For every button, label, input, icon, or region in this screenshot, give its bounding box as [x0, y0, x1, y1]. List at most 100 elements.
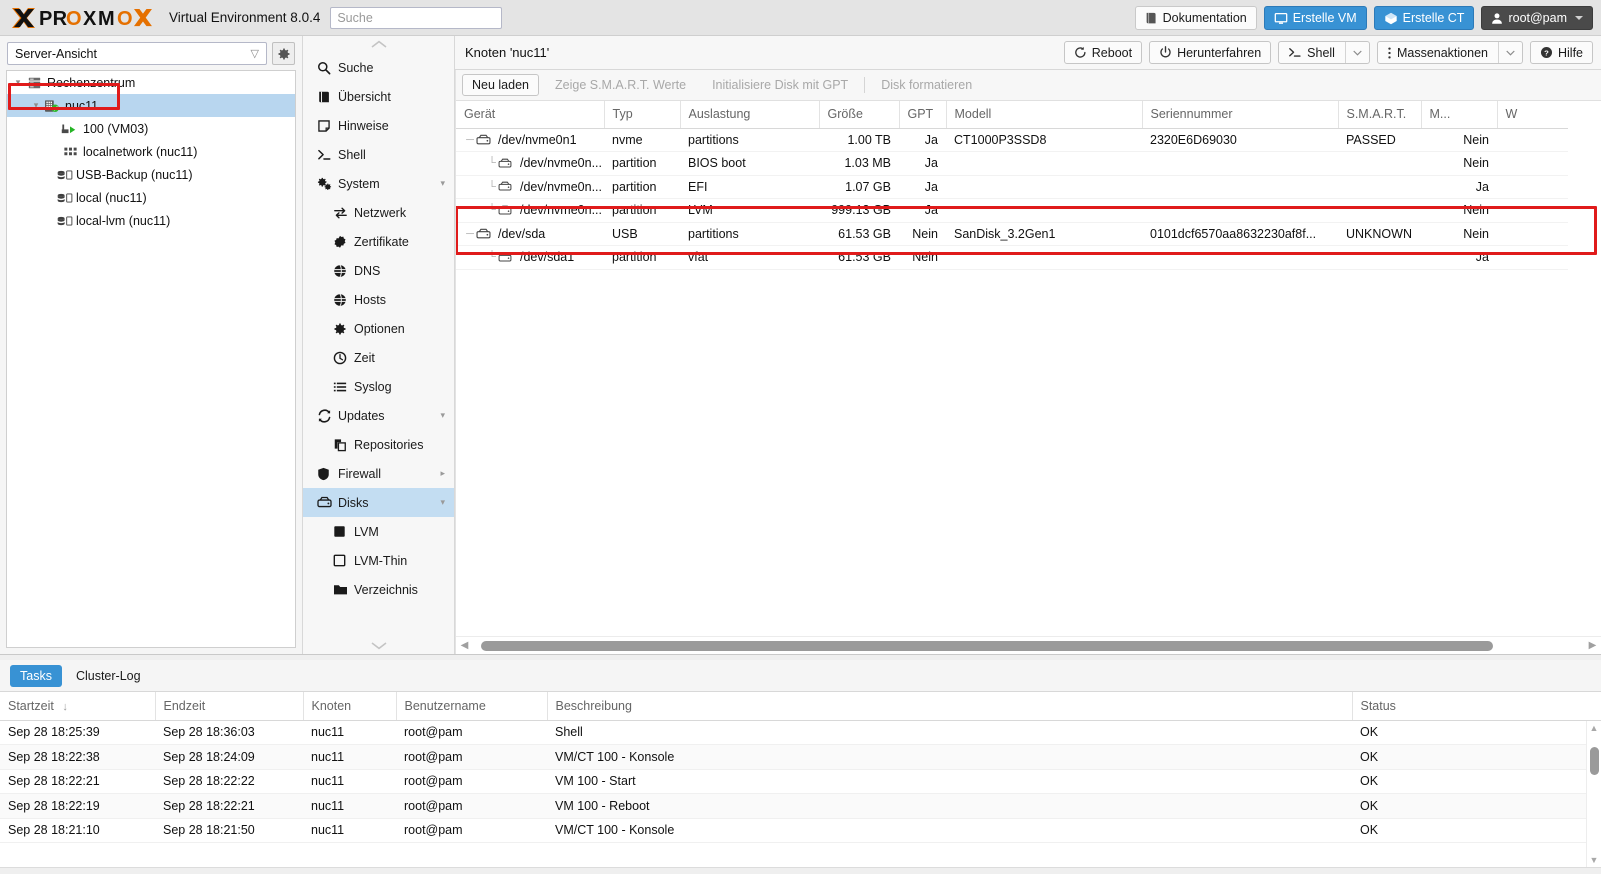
nav-item-repositories[interactable]: Repositories — [303, 430, 454, 459]
nav-item-hosts[interactable]: Hosts — [303, 285, 454, 314]
nav-scroll-up[interactable] — [303, 36, 454, 53]
create-vm-button[interactable]: Erstelle VM — [1263, 6, 1367, 30]
col-header-geraet[interactable]: Gerät — [456, 101, 605, 129]
col-header-groesse[interactable]: Größe — [819, 101, 900, 129]
chevron-down-icon — [1353, 50, 1362, 56]
shell-button[interactable]: Shell — [1278, 41, 1370, 64]
tasks-header-row: Startzeit ↓ Endzeit Knoten Benutzername … — [0, 692, 1601, 721]
nav-item-netzwerk[interactable]: Netzwerk — [303, 198, 454, 227]
create-ct-label: Erstelle CT — [1402, 11, 1465, 25]
tree-item-rechenzentrum[interactable]: ▾ Rechenzentrum — [7, 71, 295, 94]
sidebar-settings-button[interactable] — [272, 42, 295, 65]
col-header-typ[interactable]: Typ — [604, 101, 681, 129]
tasks-vscrollbar[interactable]: ▲ ▼ — [1586, 721, 1601, 867]
nav-scroll-down[interactable] — [303, 637, 454, 654]
table-row[interactable]: └ /dev/nvme0n... partition LVM 999.13 GB… — [456, 198, 1568, 223]
col-header-m[interactable]: M... — [1421, 101, 1498, 129]
tab-cluster-log[interactable]: Cluster-Log — [66, 665, 151, 687]
col-header-status[interactable]: Status — [1352, 692, 1601, 721]
table-row[interactable]: └ /dev/nvme0n... partition BIOS boot 1.0… — [456, 151, 1568, 176]
chevron-right-icon[interactable]: ▸ — [440, 468, 445, 479]
search-input[interactable]: Suche — [330, 6, 503, 29]
col-header-knoten[interactable]: Knoten — [303, 692, 397, 721]
reload-button[interactable]: Neu laden — [462, 74, 539, 96]
nav-item-disks[interactable]: Disks ▾ — [303, 488, 454, 517]
chevron-down-icon[interactable]: ▾ — [29, 100, 43, 111]
nav-item-hinweise[interactable]: Hinweise — [303, 111, 454, 140]
scroll-up-arrow[interactable]: ▲ — [1590, 721, 1599, 735]
table-row[interactable]: ─ /dev/sda USB partitions 61.53 GB Nein … — [456, 222, 1568, 246]
user-menu-button[interactable]: root@pam — [1481, 6, 1593, 30]
bulk-actions-button[interactable]: Massenaktionen — [1376, 41, 1523, 64]
col-header-gpt[interactable]: GPT — [899, 101, 947, 129]
col-header-startzeit[interactable]: Startzeit ↓ — [0, 692, 156, 721]
show-smart-values-button[interactable]: Zeige S.M.A.R.T. Werte — [545, 74, 696, 96]
tree-item-localnetwork[interactable]: localnetwork (nuc11) — [7, 140, 295, 163]
documentation-button[interactable]: Dokumentation — [1134, 6, 1257, 30]
nav-item-zertifikate[interactable]: Zertifikate — [303, 227, 454, 256]
col-header-endzeit[interactable]: Endzeit — [155, 692, 304, 721]
nav-item-label: Suche — [338, 60, 374, 75]
table-row[interactable]: ─ /dev/nvme0n1 nvme partitions 1.00 TB J… — [456, 128, 1568, 152]
vscroll-track[interactable] — [1587, 735, 1601, 853]
col-header-w[interactable]: W — [1497, 101, 1568, 129]
nav-item-lvm-thin[interactable]: LVM-Thin — [303, 546, 454, 575]
cell-startzeit: Sep 28 18:22:38 — [0, 744, 155, 770]
nav-item-updates[interactable]: Updates ▾ — [303, 401, 454, 430]
nav-item-shell[interactable]: Shell — [303, 140, 454, 169]
chevron-down-icon[interactable]: ▾ — [440, 410, 445, 421]
nav-item-optionen[interactable]: Optionen — [303, 314, 454, 343]
nav-item-firewall[interactable]: Firewall ▸ — [303, 459, 454, 488]
nav-item-verzeichnis[interactable]: Verzeichnis — [303, 575, 454, 604]
view-mode-select[interactable]: Server-Ansicht ▽ — [7, 42, 267, 65]
tab-tasks[interactable]: Tasks — [10, 664, 62, 687]
tree-item-local-lvm[interactable]: local-lvm (nuc11) — [7, 209, 295, 232]
scroll-left-arrow[interactable]: ◀ — [458, 640, 471, 651]
expander-icon[interactable]: ─ — [464, 134, 476, 146]
col-header-benutzername[interactable]: Benutzername — [396, 692, 548, 721]
disk-table-hscrollbar[interactable]: ◀ ▶ — [456, 636, 1601, 654]
col-header-modell[interactable]: Modell — [946, 101, 1143, 129]
tree-item-local[interactable]: local (nuc11) — [7, 186, 295, 209]
nav-item-suche[interactable]: Suche — [303, 53, 454, 82]
tree-item-nuc11[interactable]: ▾ nuc11 — [7, 94, 295, 117]
table-row[interactable]: Sep 28 18:22:21 Sep 28 18:22:22 nuc11 ro… — [0, 769, 1601, 794]
table-row[interactable]: └ /dev/sda1 partition vfat 61.53 GB Nein… — [456, 245, 1568, 270]
col-header-auslastung[interactable]: Auslastung — [680, 101, 820, 129]
shell-dropdown-toggle[interactable] — [1344, 42, 1369, 63]
nav-item-lvm[interactable]: LVM — [303, 517, 454, 546]
chevron-down-icon[interactable]: ▾ — [440, 497, 445, 508]
table-row[interactable]: Sep 28 18:21:10 Sep 28 18:21:50 nuc11 ro… — [0, 818, 1601, 843]
table-row[interactable]: Sep 28 18:22:19 Sep 28 18:22:21 nuc11 ro… — [0, 793, 1601, 819]
tree-item-usb-backup[interactable]: USB-Backup (nuc11) — [7, 163, 295, 186]
table-row[interactable]: Sep 28 18:25:39 Sep 28 18:36:03 nuc11 ro… — [0, 720, 1601, 745]
nav-item-syslog[interactable]: Syslog — [303, 372, 454, 401]
bottom-tabs: Tasks Cluster-Log — [0, 660, 1601, 691]
col-header-smart[interactable]: S.M.A.R.T. — [1338, 101, 1422, 129]
col-header-beschreibung[interactable]: Beschreibung — [547, 692, 1353, 721]
table-row[interactable]: └ /dev/nvme0n... partition EFI 1.07 GB J… — [456, 175, 1568, 199]
tree-item-vm-100[interactable]: 100 (VM03) — [7, 117, 295, 140]
nav-item-system[interactable]: System ▾ — [303, 169, 454, 198]
chevron-down-icon[interactable]: ▾ — [11, 77, 25, 88]
init-disk-gpt-button[interactable]: Initialisiere Disk mit GPT — [702, 74, 858, 96]
format-disk-button[interactable]: Disk formatieren — [871, 74, 982, 96]
nav-item-zeit[interactable]: Zeit — [303, 343, 454, 372]
nav-item-uebersicht[interactable]: Übersicht — [303, 82, 454, 111]
help-button[interactable]: ? Hilfe — [1529, 41, 1593, 64]
hscroll-thumb[interactable] — [481, 640, 1493, 651]
hscroll-track[interactable] — [471, 639, 1586, 652]
shutdown-button[interactable]: Herunterfahren — [1149, 41, 1272, 64]
scroll-right-arrow[interactable]: ▶ — [1586, 640, 1599, 651]
expander-icon[interactable]: ─ — [464, 228, 476, 240]
chevron-down-icon[interactable]: ▾ — [440, 178, 445, 189]
vscroll-thumb[interactable] — [1589, 747, 1599, 775]
nav-item-dns[interactable]: DNS — [303, 256, 454, 285]
table-row[interactable]: Sep 28 18:22:38 Sep 28 18:24:09 nuc11 ro… — [0, 744, 1601, 770]
bulk-actions-dropdown-toggle[interactable] — [1497, 42, 1522, 63]
create-ct-button[interactable]: Erstelle CT — [1373, 6, 1475, 30]
reboot-button[interactable]: Reboot — [1063, 41, 1143, 64]
scroll-down-arrow[interactable]: ▼ — [1590, 853, 1599, 867]
col-header-seriennummer[interactable]: Seriennummer — [1142, 101, 1339, 129]
cell-gpt: Nein — [899, 222, 946, 246]
